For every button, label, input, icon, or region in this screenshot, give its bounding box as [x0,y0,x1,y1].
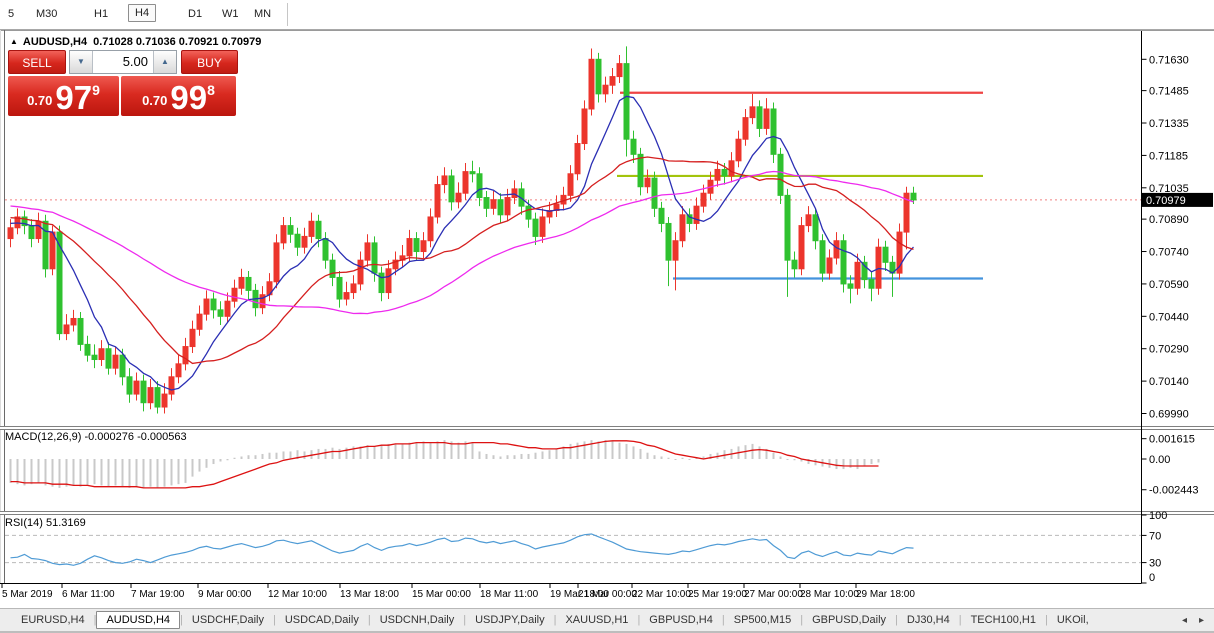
time-tick-label: 13 Mar 18:00 [340,589,399,600]
tab-USDCNH-Daily[interactable]: USDCNH,Daily [371,611,464,629]
tab-EURUSD-H4[interactable]: EURUSD,H4 [12,611,94,629]
timeframe-D1[interactable]: D1 [182,6,208,22]
time-tick-label: 6 Mar 11:00 [62,589,115,600]
price-tick-label: 0.71185 [1149,150,1188,162]
tab-USDCHF-Daily[interactable]: USDCHF,Daily [183,611,273,629]
timeframe-toolbar: 5 M30 H1 H4 D1 W1MN [0,0,1214,30]
symbol-tab-bar: EURUSD,H4|AUDUSD,H4|USDCHF,Daily|USDCAD,… [0,608,1214,631]
one-click-trading-widget: SELL ▼ 5.00 ▲ BUY 0.70 97 9 0.70 99 8 [8,50,238,116]
time-tick-label: 28 Mar 10:00 [800,589,859,600]
terminal-window: 5 M30 H1 H4 D1 W1MN 0.71630 0.71485 0.71335 0.71… [0,0,1214,633]
sell-price-big: 97 [55,82,92,113]
tab-scroll-left-icon[interactable]: ◂ [1182,615,1187,626]
price-tick-label: 0.70440 [1149,311,1189,323]
buy-price-panel[interactable]: 0.70 99 8 [121,76,236,116]
tab-AUDUSD-H4[interactable]: AUDUSD,H4 [96,611,180,629]
buy-price-pip: 8 [207,82,215,98]
volume-spinner: ▼ 5.00 ▲ [69,50,177,74]
price-tick-label: 0.71485 [1149,86,1189,98]
tab-DJ30-H4[interactable]: DJ30,H4 [898,611,959,629]
price-tick-label: 0.70140 [1149,376,1189,388]
chart-ohlc-values: 0.71028 0.71036 0.70921 0.70979 [93,36,261,48]
time-tick-label: 25 Mar 19:00 [688,589,747,600]
rsi-line [11,534,914,565]
time-tick-label: 5 Mar 2019 [2,589,53,600]
price-tick-label: 0.70290 [1149,344,1189,356]
sell-price-prefix: 0.70 [27,93,52,108]
rsi-tick-label: 30 [1149,558,1161,570]
collapse-arrow-icon[interactable]: ▲ [10,37,18,46]
time-tick-label: 22 Mar 10:00 [632,589,691,600]
current-price-value: 0.70979 [1146,195,1186,207]
timeframe-M30[interactable]: M30 [30,6,63,22]
tab-UKOil[interactable]: UKOil, [1048,611,1098,629]
price-tick-label: 0.71335 [1149,118,1189,130]
chart-canvas[interactable]: 0.716300.714850.713350.711850.710350.708… [0,30,1214,608]
macd-tick-label: 0.00 [1149,454,1170,466]
price-tick-label: 0.71630 [1149,54,1189,66]
rsi-indicator-label: RSI(14) 51.3169 [5,517,86,529]
price-tick-label: 0.70890 [1149,214,1189,226]
buy-button[interactable]: BUY [181,50,238,74]
symbol-tabs: EURUSD,H4|AUDUSD,H4|USDCHF,Daily|USDCAD,… [12,611,1098,629]
tab-USDJPY-Daily[interactable]: USDJPY,Daily [466,611,554,629]
sell-price-panel[interactable]: 0.70 97 9 [8,76,119,116]
timeframe-H4[interactable]: H4 [128,4,156,22]
time-tick-label: 7 Mar 19:00 [131,589,185,600]
price-tick-label: 0.70590 [1149,279,1189,291]
buy-price-prefix: 0.70 [142,93,167,108]
time-tick-label: 21 Mar 00:00 [578,589,637,600]
volume-decrease-button[interactable]: ▼ [70,51,93,73]
ma-fast-line [11,96,914,390]
timeframe-5[interactable]: 5 [2,6,20,22]
price-tick-label: 0.70740 [1149,247,1189,259]
time-tick-label: 27 Mar 00:00 [744,589,803,600]
macd-indicator-label: MACD(12,26,9) -0.000276 -0.000563 [5,431,187,443]
time-tick-label: 12 Mar 10:00 [268,589,327,600]
time-tick-label: 9 Mar 00:00 [198,589,252,600]
timeframe-W1[interactable]: W1 [216,6,245,22]
tab-SP500-M15[interactable]: SP500,M15 [725,611,800,629]
tab-USDCAD-Daily[interactable]: USDCAD,Daily [276,611,368,629]
buy-price-big: 99 [170,82,207,113]
macd-pane [10,440,880,488]
sell-button[interactable]: SELL [8,50,66,74]
tab-GBPUSD-Daily[interactable]: GBPUSD,Daily [803,611,895,629]
volume-increase-button[interactable]: ▲ [153,51,176,73]
time-tick-label: 18 Mar 11:00 [480,589,539,600]
tab-TECH100-H1[interactable]: TECH100,H1 [962,611,1045,629]
timeframe-H1[interactable]: H1 [88,6,114,22]
rsi-tick-label: 0 [1149,572,1155,584]
toolbar-separator [287,3,288,26]
rsi-tick-label: 100 [1149,510,1167,522]
time-tick-label: 15 Mar 00:00 [412,589,471,600]
timeframe-MN[interactable]: MN [248,6,277,22]
tab-scroll-right-icon[interactable]: ▸ [1199,615,1204,626]
sell-price-pip: 9 [92,82,100,98]
time-tick-label: 29 Mar 18:00 [856,589,915,600]
rsi-pane [5,534,1141,565]
macd-tick-label: -0.002443 [1149,485,1199,497]
tab-GBPUSD-H4[interactable]: GBPUSD,H4 [640,611,722,629]
chart-symbol-label: AUDUSD,H4 [23,36,87,48]
chart-header: ▲ AUDUSD,H4 0.71028 0.71036 0.70921 0.7097… [10,36,261,48]
macd-tick-label: 0.001615 [1149,434,1195,446]
tab-XAUUSD-H1[interactable]: XAUUSD,H1 [556,611,637,629]
rsi-tick-label: 70 [1149,530,1161,542]
price-tick-label: 0.69990 [1149,409,1189,421]
tab-scroll-arrows: ◂ ▸ [1182,615,1214,626]
volume-input[interactable]: 5.00 [93,51,153,73]
